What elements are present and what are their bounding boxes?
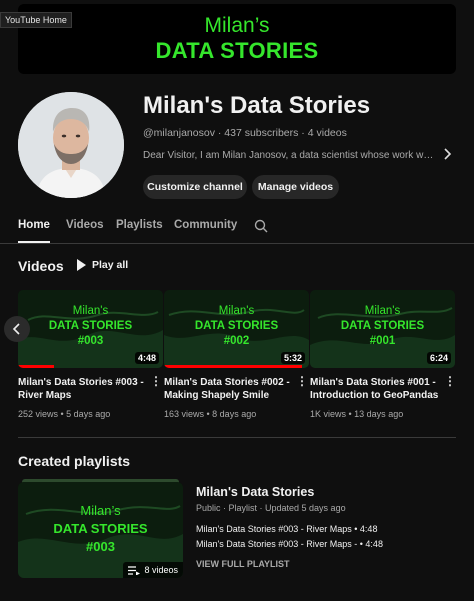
channel-name: Milan's Data Stories bbox=[143, 92, 371, 119]
thumb-line-2: DATA STORIES bbox=[194, 320, 279, 332]
video-title[interactable]: Milan's Data Stories #002 - Making Shape… bbox=[164, 376, 294, 402]
video-meta: 1K views • 13 days ago bbox=[310, 409, 404, 419]
tab-playlists[interactable]: Playlists bbox=[116, 219, 163, 231]
channel-banner: Milan’s DATA STORIES bbox=[18, 4, 456, 74]
manage-videos-button[interactable]: Manage videos bbox=[252, 175, 339, 199]
thumb-line-1: Milan’s bbox=[80, 503, 121, 518]
thumb-line-3: #001 bbox=[369, 335, 396, 347]
video-thumbnail[interactable]: Milan's DATA STORIES #001 6:24 bbox=[310, 290, 455, 368]
chevron-right-icon[interactable] bbox=[442, 148, 452, 163]
more-vert-icon[interactable]: ⋮ bbox=[150, 374, 162, 388]
channel-tabs: Home Videos Playlists Community bbox=[0, 212, 474, 244]
view-full-playlist-link[interactable]: VIEW FULL PLAYLIST bbox=[196, 559, 290, 569]
thumb-line-2: DATA STORIES bbox=[340, 320, 425, 332]
videos-section-title: Videos bbox=[18, 258, 64, 274]
thumb-line-2: DATA STORIES bbox=[53, 521, 148, 536]
playlist-count: 8 videos bbox=[144, 565, 178, 575]
playlist-meta: Public · Playlist · Updated 5 days ago bbox=[196, 503, 346, 513]
video-duration: 6:24 bbox=[426, 352, 451, 364]
video-meta: 252 views • 5 days ago bbox=[18, 409, 111, 419]
play-all-label: Play all bbox=[92, 259, 129, 271]
thumb-line-1: Milan's bbox=[364, 305, 401, 317]
video-duration: 5:32 bbox=[280, 352, 305, 364]
channel-description[interactable]: Dear Visitor, I am Milan Janosov, a data… bbox=[143, 150, 438, 161]
thumb-line-2: DATA STORIES bbox=[48, 320, 133, 332]
watch-progress-bar bbox=[164, 365, 302, 368]
banner-line-1: Milan’s bbox=[204, 14, 270, 37]
avatar-portrait bbox=[18, 92, 124, 198]
video-duration: 4:48 bbox=[134, 352, 159, 364]
customize-channel-button[interactable]: Customize channel bbox=[143, 175, 247, 199]
thumb-line-3: #003 bbox=[77, 335, 104, 347]
thumb-line-1: Milan's bbox=[72, 305, 109, 317]
section-divider bbox=[18, 437, 456, 438]
thumb-line-3: #003 bbox=[86, 539, 115, 554]
channel-meta: @milanjanosov · 437 subscribers · 4 vide… bbox=[143, 127, 347, 139]
playlist-thumbnail[interactable]: Milan’s DATA STORIES #003 8 videos bbox=[18, 482, 183, 578]
playlist-video-line[interactable]: Milan's Data Stories #003 - River Maps -… bbox=[196, 539, 383, 549]
play-all-button[interactable]: Play all bbox=[76, 259, 128, 271]
playlist-title[interactable]: Milan's Data Stories bbox=[196, 485, 314, 499]
chevron-left-icon bbox=[12, 323, 20, 335]
play-icon bbox=[77, 259, 86, 271]
thumb-line-1: Milan's bbox=[218, 305, 255, 317]
active-tab-indicator bbox=[18, 241, 50, 243]
thumb-line-3: #002 bbox=[223, 335, 250, 347]
video-title[interactable]: Milan's Data Stories #001 - Introduction… bbox=[310, 376, 440, 402]
video-thumbnail[interactable]: Milan's DATA STORIES #003 4:48 bbox=[18, 290, 163, 368]
playlist-icon bbox=[128, 565, 141, 575]
more-vert-icon[interactable]: ⋮ bbox=[444, 374, 456, 388]
tooltip-youtube-home: YouTube Home bbox=[0, 12, 72, 28]
playlist-video-line[interactable]: Milan's Data Stories #003 - River Maps •… bbox=[196, 524, 377, 534]
playlist-count-badge: 8 videos bbox=[123, 562, 183, 578]
more-vert-icon[interactable]: ⋮ bbox=[296, 374, 308, 388]
avatar[interactable] bbox=[18, 92, 124, 198]
tab-community[interactable]: Community bbox=[174, 219, 237, 231]
video-thumbnail[interactable]: Milan's DATA STORIES #002 5:32 bbox=[164, 290, 309, 368]
banner-line-2: DATA STORIES bbox=[155, 38, 319, 63]
video-meta: 163 views • 8 days ago bbox=[164, 409, 257, 419]
tab-videos[interactable]: Videos bbox=[66, 219, 104, 231]
video-title[interactable]: Milan's Data Stories #003 - River Maps bbox=[18, 376, 148, 402]
tab-home[interactable]: Home bbox=[18, 219, 50, 231]
watch-progress-bar bbox=[18, 365, 55, 368]
search-icon[interactable] bbox=[254, 219, 268, 238]
carousel-prev-button[interactable] bbox=[4, 316, 30, 342]
playlists-section-title: Created playlists bbox=[18, 453, 131, 469]
